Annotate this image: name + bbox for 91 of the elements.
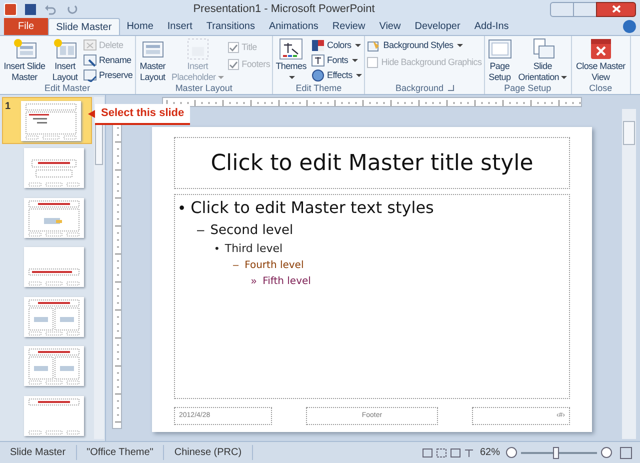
body-text: Third level	[224, 242, 283, 256]
ribbon-button[interactable]: Insert Slide Master	[0, 38, 49, 83]
rename-icon	[83, 54, 97, 67]
undo-icon[interactable]	[44, 3, 56, 15]
slide-thumbnail[interactable]: 1	[2, 97, 92, 144]
bullet-icon: »	[251, 276, 257, 288]
group-label: Page Setup	[504, 84, 552, 93]
ribbon-tab[interactable]: Home	[120, 18, 160, 35]
placeholder-icon	[186, 38, 210, 60]
bullet-icon: •	[215, 243, 219, 257]
delete-icon	[83, 39, 97, 52]
thumbnail-drawing	[24, 396, 84, 436]
file-tab[interactable]: File	[4, 18, 48, 35]
background-styles-icon	[367, 39, 382, 52]
ribbon-button[interactable]: Preserve	[83, 68, 133, 83]
thumbnail-drawing	[24, 346, 84, 386]
window-title: Presentation1 - Microsoft PowerPoint	[192, 2, 376, 17]
ribbon-button[interactable]: Fonts	[311, 53, 362, 68]
bullet-icon: •	[179, 199, 185, 219]
body-text: Click to edit Master text styles	[190, 198, 434, 218]
app-icon[interactable]	[4, 2, 17, 16]
thumbnail-drawing	[24, 148, 84, 188]
group-label: Master Layout	[175, 84, 232, 93]
close-icon	[588, 38, 613, 60]
save-icon[interactable]	[25, 4, 36, 14]
thumbnail-drawing	[24, 247, 84, 288]
group-label: Close	[589, 84, 612, 93]
group-label: Edit Master	[44, 84, 90, 93]
ribbon-button[interactable]: Master Layout	[136, 38, 170, 83]
ribbon-tab[interactable]: Insert	[160, 18, 200, 35]
scrollbar[interactable]	[622, 109, 636, 439]
body-text: Fourth level	[244, 260, 304, 272]
close-button[interactable]	[596, 2, 636, 16]
thumbnail-drawing	[24, 296, 84, 337]
ribbon-tab[interactable]: Developer	[408, 18, 468, 35]
close-icon	[612, 5, 620, 13]
maximize-button[interactable]	[574, 2, 596, 16]
colors-icon	[311, 39, 326, 52]
ribbon-button[interactable]: Themes	[273, 38, 310, 83]
new-slide-icon	[12, 38, 36, 60]
ribbon-button[interactable]: Rename	[83, 53, 133, 68]
checkbox-label: Hide Background Graphics	[381, 56, 482, 69]
zoom-in-icon[interactable]	[601, 447, 612, 458]
ribbon-button[interactable]: Slide Orientation	[514, 38, 571, 83]
ribbon-button[interactable]: Close Master View	[572, 38, 630, 83]
slide-orientation-icon	[530, 38, 555, 60]
themes-icon	[279, 38, 304, 60]
ribbon-tab[interactable]: Review	[325, 18, 372, 35]
body-text: Second level	[210, 223, 294, 240]
group-label: Background	[395, 84, 444, 92]
group-label: Edit Theme	[296, 84, 342, 93]
fonts-icon	[311, 54, 326, 67]
status-item: Slide Master	[0, 445, 77, 460]
ribbon-tab[interactable]: View	[372, 18, 408, 35]
slide-number: 1	[5, 102, 12, 112]
status-item: Chinese (PRC)	[164, 445, 253, 460]
help-icon[interactable]	[623, 20, 636, 33]
slider-thumb[interactable]	[552, 446, 558, 458]
preserve-icon	[83, 69, 97, 82]
ribbon-button[interactable]: Insert Layout	[49, 38, 81, 83]
redo-icon[interactable]	[66, 3, 78, 15]
bullet-icon: –	[233, 260, 239, 272]
zoom-level[interactable]: 62%	[480, 445, 500, 460]
ribbon-button[interactable]: Page Setup	[484, 38, 515, 83]
content-placeholder[interactable]: • Click to edit Master text styles – Second level • Third level – Fourth level » Fifth level	[174, 194, 570, 399]
ribbon-tab[interactable]: Add-Ins	[467, 18, 516, 35]
checkbox-label: Footers	[242, 58, 270, 71]
dialog-launcher-icon[interactable]	[448, 85, 454, 91]
ribbon-button[interactable]: Colors	[311, 38, 362, 53]
fit-slide-icon[interactable]	[620, 446, 632, 458]
thumbnail-drawing	[24, 198, 84, 238]
checkbox-label: Title	[242, 40, 257, 54]
body-text: Fifth level	[262, 276, 311, 288]
thumbnail-drawing	[21, 101, 81, 141]
slide-title: Click to edit Master title style	[210, 150, 534, 178]
zoom-slider[interactable]	[521, 446, 597, 458]
ribbon-tab[interactable]: Animations	[262, 18, 326, 35]
page-setup-icon	[488, 38, 512, 60]
effects-icon	[311, 69, 326, 82]
callout-text: Select this slide	[95, 104, 190, 124]
ribbon-button[interactable]: Background Styles	[367, 38, 482, 53]
title-placeholder[interactable]: Click to edit Master title style	[174, 137, 570, 189]
ribbon-button[interactable]: Effects	[311, 68, 362, 83]
status-item: "Office Theme"	[76, 445, 164, 460]
view-buttons-icon[interactable]	[422, 448, 474, 458]
bullet-icon: –	[197, 222, 204, 238]
ribbon-tab[interactable]: Transitions	[199, 18, 262, 35]
zoom-out-icon[interactable]	[506, 447, 517, 458]
minimize-button[interactable]	[550, 2, 574, 16]
ribbon-tab[interactable]: Slide Master	[48, 18, 120, 35]
new-layout-icon	[53, 38, 77, 60]
